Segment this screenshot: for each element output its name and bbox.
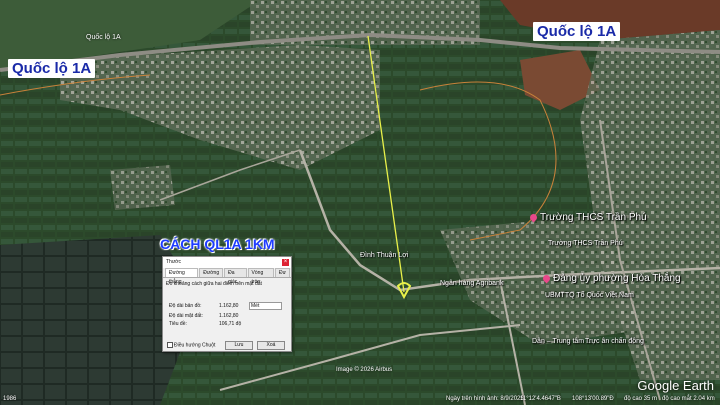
ruler-description: Đo khoảng cách giữa hai điểm trên mặt đấ… bbox=[166, 281, 262, 287]
google-earth-logo: Google Earth bbox=[637, 378, 714, 393]
status-lat: 11°12'4.4647"B bbox=[520, 396, 561, 402]
road-label-ql1a-west: Quốc lộ 1A bbox=[8, 59, 96, 78]
map-length-label: Độ dài bản đồ: bbox=[169, 303, 202, 309]
clear-button[interactable]: Xoá bbox=[257, 341, 285, 350]
place-pin-icon bbox=[541, 273, 552, 284]
status-eye: độ cao mắt 2.04 km bbox=[662, 396, 715, 402]
road-label-ql1a-east: Quốc lộ 1A bbox=[533, 22, 621, 41]
map-length-row: Độ dài bản đồ: 1.162,80 bbox=[169, 303, 238, 309]
small-road-label: Quốc lộ 1A bbox=[86, 34, 121, 41]
ground-length-value: 1.162,80 bbox=[219, 313, 239, 319]
place-label: Trường THCS Trần Phú bbox=[548, 240, 623, 247]
place-label: Ngân hàng Agribank bbox=[440, 280, 504, 287]
image-credit: Image © 2026 Airbus bbox=[336, 367, 393, 373]
place-center-2[interactable]: Trực ân chấn đông bbox=[585, 338, 644, 345]
place-front[interactable]: UBMTTQ Tổ Quốc Việt Nam bbox=[545, 292, 634, 299]
tab-line[interactable]: Đường thẳng bbox=[165, 268, 199, 285]
heading-label: Tiêu đề: bbox=[169, 321, 187, 327]
ground-length-row: Độ dài mặt đất: 1.162,80 bbox=[169, 313, 238, 319]
status-elev: độ cao 35 m bbox=[624, 396, 658, 402]
ground-length-label: Độ dài mặt đất: bbox=[169, 313, 203, 319]
checkbox-icon bbox=[167, 342, 173, 348]
unit-select[interactable]: Mét bbox=[249, 302, 282, 310]
status-date: Ngày trên hình ảnh: 8/9/2025 bbox=[446, 396, 524, 402]
ruler-title-bar[interactable]: Thước × bbox=[163, 257, 291, 268]
ruler-title: Thước bbox=[166, 259, 181, 265]
place-label: UBMTTQ Tổ Quốc Việt Nam bbox=[545, 292, 634, 299]
place-label: Đình Thuận Lợi bbox=[360, 252, 409, 259]
place-label: Trực ân chấn đông bbox=[585, 338, 644, 345]
map-length-value: 1.162,80 bbox=[219, 303, 239, 309]
place-party-committee[interactable]: Đảng ủy phường Hòa Thắng bbox=[541, 273, 681, 284]
place-label: Dân – Trung tâm ... bbox=[532, 338, 592, 345]
place-bank[interactable]: Ngân hàng Agribank bbox=[440, 280, 503, 287]
tab-path[interactable]: Đường bbox=[199, 268, 224, 277]
ruler-dialog[interactable]: Thước × Đường thẳng Đường Đa giác Vòng t… bbox=[162, 256, 292, 352]
close-icon[interactable]: × bbox=[282, 259, 289, 266]
status-tour[interactable]: 1986 bbox=[3, 396, 16, 402]
heading-row: Tiêu đề: 106,71 độ bbox=[169, 321, 241, 327]
mouse-nav-label: Điều hướng Chuột bbox=[174, 342, 216, 349]
place-center[interactable]: Dân – Trung tâm ... bbox=[532, 338, 592, 345]
place-school[interactable]: Trường THCS Trần Phú bbox=[528, 212, 647, 223]
town-area bbox=[110, 165, 175, 210]
place-school-small[interactable]: Trường THCS Trần Phú bbox=[548, 240, 623, 247]
tab-circle[interactable]: Vòng tròn bbox=[247, 268, 275, 285]
tab-more[interactable]: Đư bbox=[275, 268, 290, 277]
status-bar: 1986 Ngày trên hình ảnh: 8/9/2025 11°12'… bbox=[0, 394, 720, 405]
distance-annotation: CÁCH QL1A 1KM bbox=[160, 236, 275, 252]
place-pin-icon bbox=[528, 212, 539, 223]
place-label: Đảng ủy phường Hòa Thắng bbox=[553, 273, 681, 284]
place-temple[interactable]: Đình Thuận Lợi bbox=[360, 252, 408, 259]
save-button[interactable]: Lưu bbox=[225, 341, 253, 350]
ruler-tabs: Đường thẳng Đường Đa giác Vòng tròn Đư bbox=[163, 268, 291, 285]
mouse-nav-checkbox[interactable]: Điều hướng Chuột bbox=[167, 342, 215, 348]
place-label: Trường THCS Trần Phú bbox=[540, 212, 647, 223]
heading-value: 106,71 độ bbox=[219, 321, 242, 327]
status-lon: 108°13'00.89"Đ bbox=[572, 396, 614, 402]
tab-polygon[interactable]: Đa giác bbox=[224, 268, 247, 285]
